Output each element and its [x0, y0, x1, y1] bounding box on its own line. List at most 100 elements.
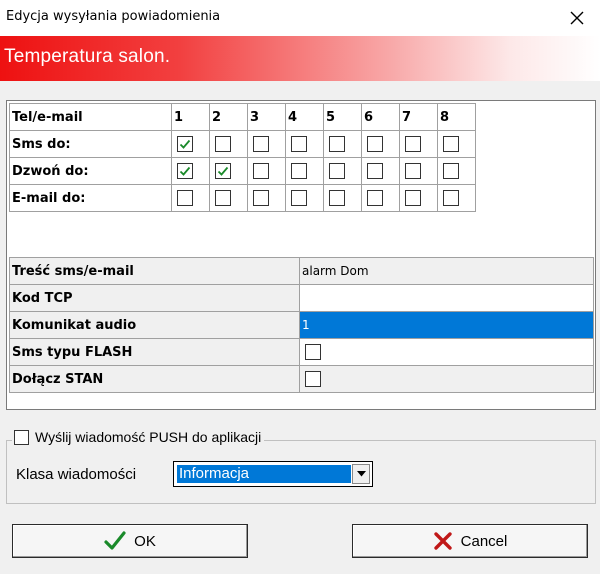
recipient-checkbox[interactable] [329, 190, 345, 206]
properties-table: Treść sms/e-mail alarm Dom Kod TCP Komun… [9, 257, 594, 393]
grid-cell [285, 130, 324, 158]
grid-cell [209, 184, 248, 212]
recipient-checkbox[interactable] [177, 163, 193, 179]
ok-button[interactable]: OK [12, 524, 248, 558]
property-row-message: Treść sms/e-mail alarm Dom [9, 257, 594, 285]
grid-header-label: Tel/e-mail [9, 103, 172, 131]
audio-label: Komunikat audio [9, 311, 300, 339]
grid-column-header: 1 [171, 103, 210, 131]
settings-panel: Tel/e-mail 1 2 3 4 5 6 7 8 Sms do: Dzwoń do: E-mail… [6, 100, 596, 410]
recipient-checkbox[interactable] [215, 163, 231, 179]
recipient-checkbox[interactable] [177, 190, 193, 206]
grid-cell [285, 157, 324, 185]
flash-label: Sms typu FLASH [9, 338, 300, 366]
recipient-checkbox[interactable] [443, 190, 459, 206]
grid-cell [399, 184, 438, 212]
grid-column-header: 3 [247, 103, 286, 131]
grid-column-header: 5 [323, 103, 362, 131]
banner-title: Temperatura salon. [4, 46, 171, 67]
grid-cell [285, 184, 324, 212]
recipient-checkbox[interactable] [405, 136, 421, 152]
grid-cell [171, 130, 210, 158]
grid-cell [437, 130, 476, 158]
grid-row: Dzwoń do: [9, 157, 476, 185]
recipients-grid: Tel/e-mail 1 2 3 4 5 6 7 8 Sms do: Dzwoń do: E-mail… [9, 103, 476, 212]
grid-cell [437, 157, 476, 185]
message-class-label: Klasa wiadomości [16, 466, 137, 483]
grid-cell [209, 130, 248, 158]
recipient-checkbox[interactable] [367, 190, 383, 206]
message-label: Treść sms/e-mail [9, 257, 300, 285]
property-row-tcp: Kod TCP [9, 284, 594, 312]
message-class-select[interactable]: Informacja [173, 461, 373, 487]
push-option[interactable]: Wyślij wiadomość PUSH do aplikacji [12, 429, 265, 445]
grid-cell [209, 157, 248, 185]
window-title: Edycja wysyłania powiadomienia [6, 9, 221, 24]
grid-cell [437, 184, 476, 212]
recipient-checkbox[interactable] [329, 136, 345, 152]
notification-banner: Temperatura salon. [0, 36, 600, 81]
status-label: Dołącz STAN [9, 365, 300, 393]
grid-column-header: 2 [209, 103, 248, 131]
recipient-checkbox[interactable] [215, 190, 231, 206]
window-titlebar: Edycja wysyłania powiadomienia [0, 0, 600, 36]
recipient-checkbox[interactable] [405, 190, 421, 206]
grid-cell [171, 184, 210, 212]
grid-cell [323, 157, 362, 185]
recipient-checkbox[interactable] [367, 163, 383, 179]
recipient-checkbox[interactable] [329, 163, 345, 179]
message-class-value: Informacja [177, 465, 351, 483]
grid-cell [361, 157, 400, 185]
recipient-checkbox[interactable] [405, 163, 421, 179]
recipient-checkbox[interactable] [253, 163, 269, 179]
grid-row-label: E-mail do: [9, 184, 172, 212]
grid-row-label: Dzwoń do: [9, 157, 172, 185]
grid-row: Sms do: [9, 130, 476, 158]
grid-cell [247, 184, 286, 212]
cancel-x-icon [433, 531, 453, 551]
grid-cell [323, 184, 362, 212]
grid-cell [171, 157, 210, 185]
message-value[interactable]: alarm Dom [299, 257, 594, 285]
property-row-flash: Sms typu FLASH [9, 338, 594, 366]
recipient-checkbox[interactable] [253, 136, 269, 152]
close-icon[interactable] [554, 0, 600, 36]
grid-cell [247, 130, 286, 158]
status-value-cell [299, 365, 594, 393]
grid-column-header: 8 [437, 103, 476, 131]
recipient-checkbox[interactable] [443, 136, 459, 152]
grid-cell [361, 184, 400, 212]
chevron-down-icon[interactable] [352, 464, 370, 484]
recipient-checkbox[interactable] [367, 136, 383, 152]
ok-label: OK [134, 532, 156, 550]
grid-cell [247, 157, 286, 185]
property-row-status: Dołącz STAN [9, 365, 594, 393]
push-checkbox[interactable] [14, 429, 29, 445]
recipient-checkbox[interactable] [215, 136, 231, 152]
cancel-button[interactable]: Cancel [352, 524, 588, 558]
property-row-audio: Komunikat audio 1 [9, 311, 594, 339]
grid-header-row: Tel/e-mail 1 2 3 4 5 6 7 8 [9, 103, 476, 131]
push-label: Wyślij wiadomość PUSH do aplikacji [35, 429, 262, 445]
status-checkbox[interactable] [305, 371, 321, 387]
recipient-checkbox[interactable] [177, 136, 193, 152]
grid-column-header: 6 [361, 103, 400, 131]
cancel-label: Cancel [460, 532, 508, 550]
recipient-checkbox[interactable] [291, 190, 307, 206]
grid-column-header: 7 [399, 103, 438, 131]
grid-row: E-mail do: [9, 184, 476, 212]
grid-cell [323, 130, 362, 158]
checkmark-icon [104, 531, 126, 551]
grid-row-label: Sms do: [9, 130, 172, 158]
audio-value[interactable]: 1 [299, 311, 594, 339]
grid-cell [399, 130, 438, 158]
recipient-checkbox[interactable] [291, 136, 307, 152]
tcp-label: Kod TCP [9, 284, 300, 312]
flash-value-cell [299, 338, 594, 366]
recipient-checkbox[interactable] [253, 190, 269, 206]
recipient-checkbox[interactable] [443, 163, 459, 179]
recipient-checkbox[interactable] [291, 163, 307, 179]
tcp-value[interactable] [299, 284, 594, 312]
grid-cell [399, 157, 438, 185]
flash-checkbox[interactable] [305, 344, 321, 360]
